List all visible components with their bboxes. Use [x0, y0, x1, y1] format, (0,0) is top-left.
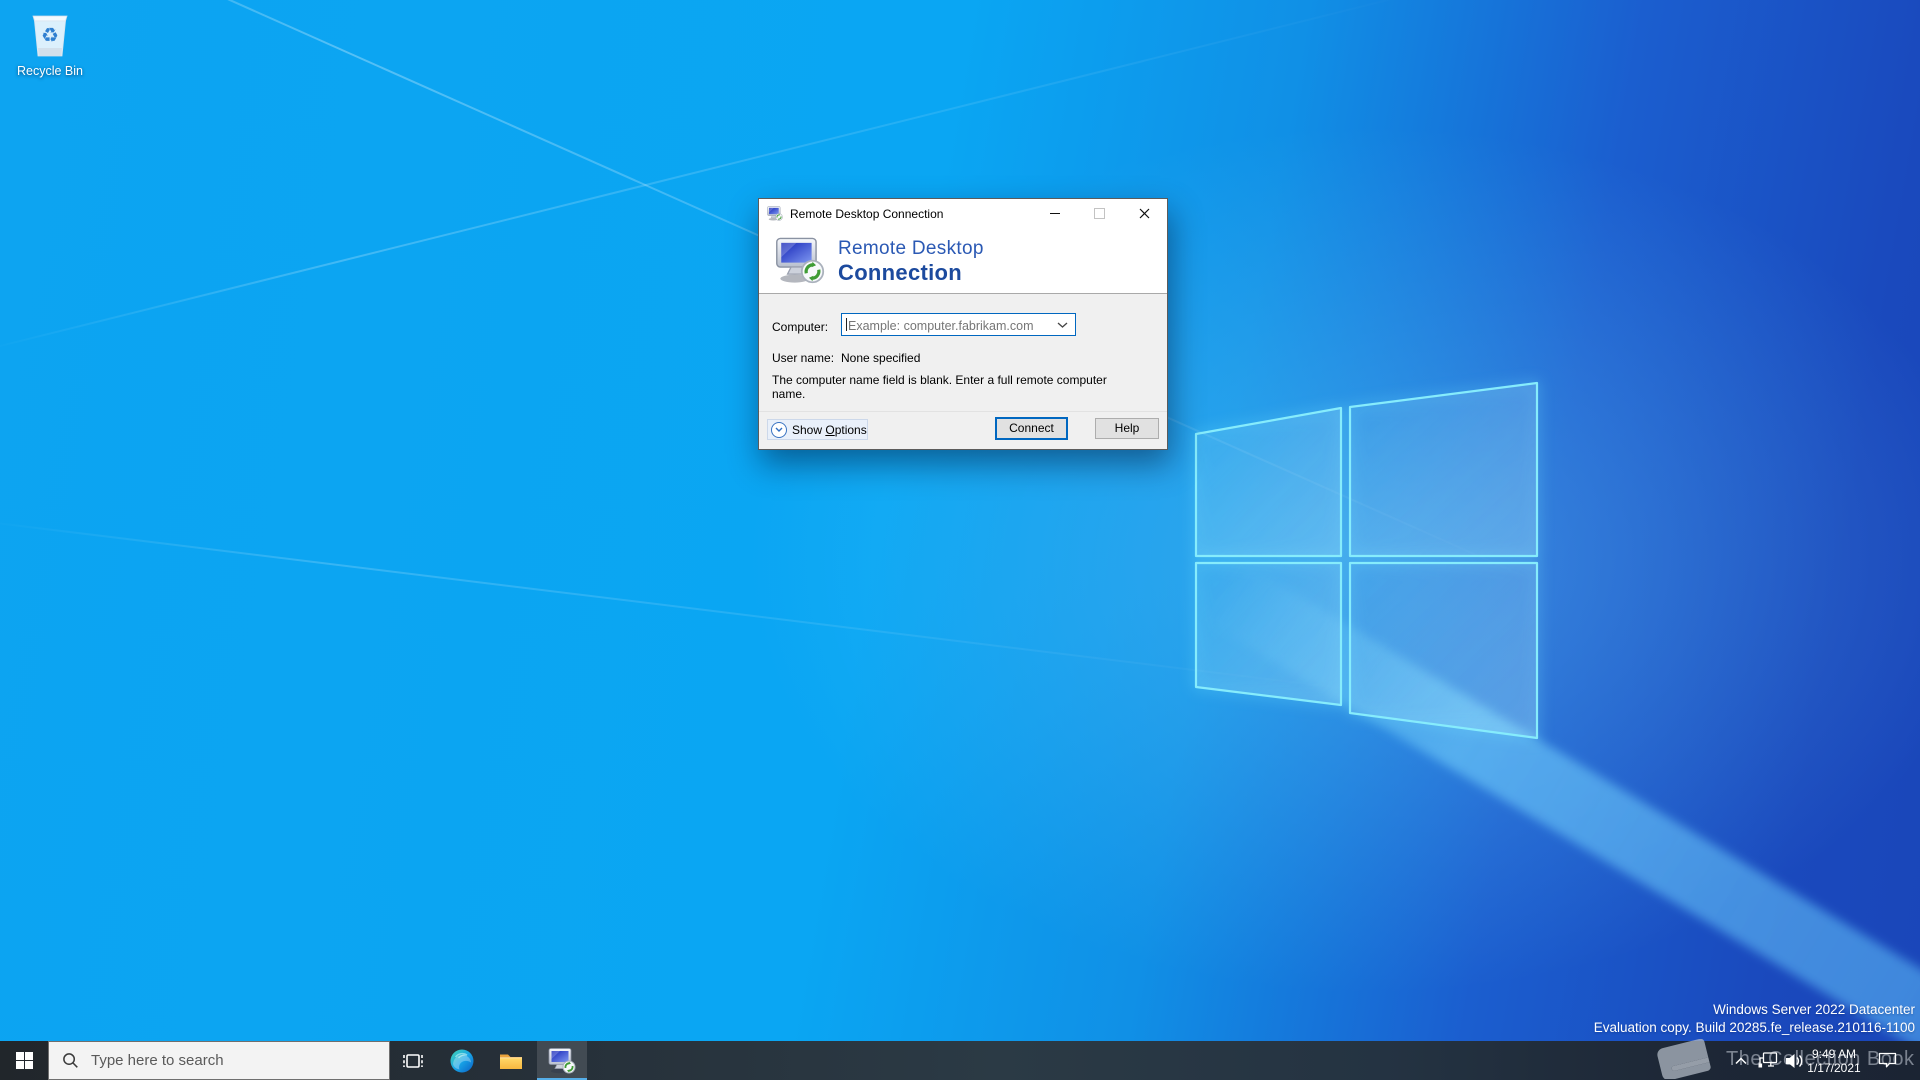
computer-label: Computer:: [772, 320, 828, 334]
task-view-icon: [402, 1050, 424, 1072]
network-icon: [1758, 1052, 1778, 1070]
taskbar-search-box[interactable]: [48, 1041, 390, 1080]
taskbar-clock[interactable]: 9:49 AM 1/17/2021: [1804, 1041, 1864, 1080]
chevron-down-icon[interactable]: [1057, 322, 1068, 328]
maximize-button-disabled: [1077, 199, 1122, 228]
os-watermark-line2: Evaluation copy. Build 20285.fe_release.…: [1594, 1019, 1915, 1037]
separator-line: [759, 411, 1167, 412]
search-icon: [62, 1052, 79, 1069]
rdp-banner-icon: [775, 232, 825, 286]
task-view-button[interactable]: [389, 1041, 437, 1080]
system-tray: 9:49 AM 1/17/2021: [1720, 1041, 1920, 1080]
help-button[interactable]: Help: [1095, 418, 1159, 439]
os-watermark: Windows Server 2022 Datacenter Evaluatio…: [1594, 1001, 1915, 1037]
info-line2: name.: [772, 388, 1107, 402]
taskbar: [0, 1041, 1920, 1080]
taskbar-app-file-explorer[interactable]: [487, 1041, 535, 1080]
wallpaper-background: [0, 0, 1920, 1080]
close-icon: [1139, 208, 1150, 219]
minimize-button[interactable]: [1032, 199, 1077, 228]
maximize-icon: [1094, 208, 1105, 219]
info-text: The computer name field is blank. Enter …: [772, 374, 1107, 401]
search-input[interactable]: [89, 1051, 363, 1070]
microsoft-edge-icon: [449, 1048, 475, 1074]
chevron-down-icon: [775, 427, 783, 432]
start-button[interactable]: [0, 1041, 48, 1080]
banner-text: Remote Desktop Connection: [838, 238, 984, 286]
info-line1: The computer name field is blank. Enter …: [772, 374, 1107, 388]
chevron-up-icon: [1735, 1057, 1747, 1065]
recycle-bin-icon: ♻: [22, 8, 78, 58]
dialog-banner: Remote Desktop Connection: [759, 228, 1167, 294]
remote-desktop-connection-dialog: Remote Desktop Connection Remote Desktop…: [758, 198, 1168, 450]
clock-time: 9:49 AM: [1812, 1047, 1856, 1061]
dialog-titlebar[interactable]: Remote Desktop Connection: [759, 199, 1167, 228]
computer-input[interactable]: [846, 316, 1050, 335]
taskbar-app-remote-desktop-active[interactable]: [537, 1041, 587, 1080]
recycle-glyph: ♻: [41, 25, 59, 47]
username-label: User name:: [772, 351, 834, 365]
options-expand-circle: [771, 422, 787, 438]
network-tray-button[interactable]: [1756, 1041, 1780, 1080]
desktop-screen: ♻ Recycle Bin Windows Server 2022 Datace…: [0, 0, 1920, 1080]
rdp-window-icon: [767, 205, 783, 221]
close-button[interactable]: [1122, 199, 1167, 228]
file-explorer-icon: [498, 1048, 524, 1074]
volume-icon: [1785, 1053, 1805, 1069]
username-value: None specified: [841, 351, 920, 365]
dialog-title: Remote Desktop Connection: [790, 207, 943, 221]
recycle-bin-desktop-icon[interactable]: ♻ Recycle Bin: [10, 8, 90, 78]
book-icon: [1656, 1039, 1714, 1079]
show-options-button[interactable]: Show Options: [767, 419, 868, 440]
show-hidden-icons-button[interactable]: [1729, 1041, 1753, 1080]
connect-button[interactable]: Connect: [995, 417, 1068, 440]
show-options-label: Show Options: [792, 423, 867, 437]
action-center-button[interactable]: [1874, 1041, 1900, 1080]
dialog-body: Computer: User name: None specified The …: [759, 295, 1167, 449]
action-center-icon: [1878, 1052, 1897, 1069]
recycle-bin-label: Recycle Bin: [10, 64, 90, 78]
computer-combobox[interactable]: [841, 313, 1076, 336]
banner-line1: Remote Desktop: [838, 238, 984, 260]
windows-logo-wallpaper: [1130, 330, 1590, 750]
windows-start-icon: [16, 1052, 33, 1069]
clock-date: 1/17/2021: [1807, 1061, 1860, 1075]
taskbar-app-edge[interactable]: [438, 1041, 486, 1080]
minimize-icon: [1050, 213, 1060, 214]
banner-line2: Connection: [838, 260, 984, 286]
os-watermark-line1: Windows Server 2022 Datacenter: [1594, 1001, 1915, 1019]
remote-desktop-icon: [548, 1046, 576, 1074]
